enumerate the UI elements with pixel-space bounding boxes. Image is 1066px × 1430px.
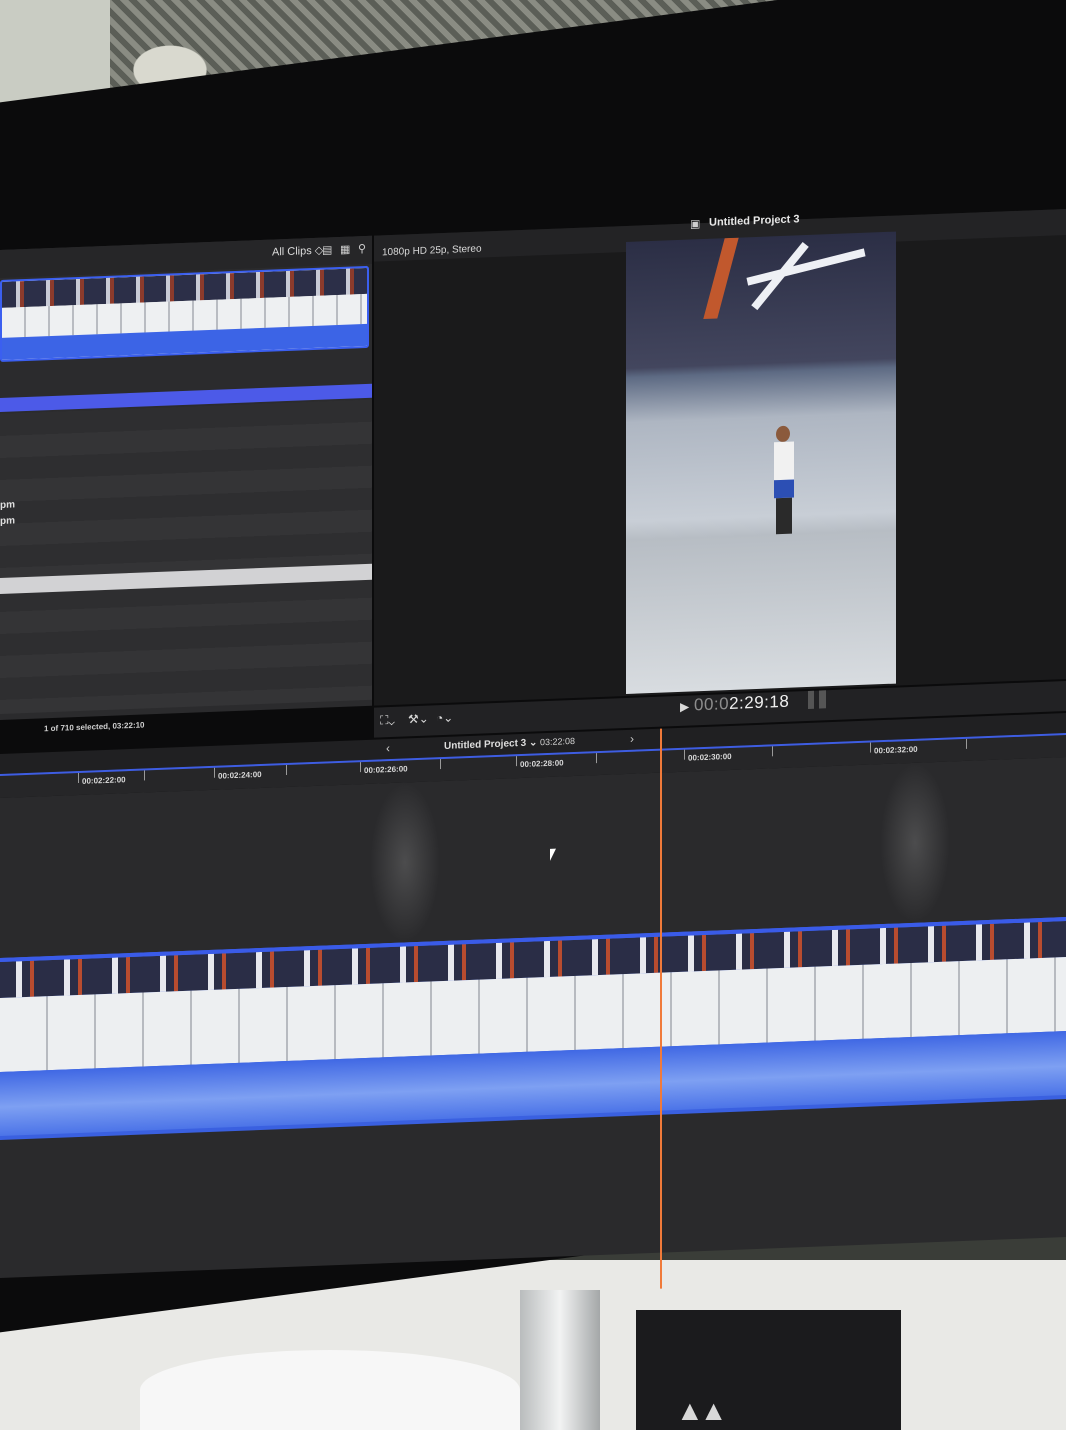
speedometer-icon[interactable]: ◔⌄: [436, 711, 453, 726]
dancer-head: [776, 425, 790, 443]
ruler-tick: [440, 759, 441, 770]
ruler-tick: [78, 772, 79, 784]
browser-clip-filmstrip[interactable]: [0, 265, 369, 362]
ruler-tick: [772, 746, 773, 757]
desk-object: [140, 1350, 520, 1430]
ruler-label: 00:02:28:00: [520, 758, 564, 770]
ruler-label: 00:02:30:00: [688, 751, 732, 763]
speaker-box: ▲▲: [636, 1310, 901, 1430]
ruler-tick: [360, 762, 361, 773]
ruler-tick: [684, 749, 685, 760]
selection-status: 1 of 710 selected, 03:22:10: [44, 720, 145, 734]
row-time-label: pm: [0, 515, 15, 527]
chevron-left-icon[interactable]: ‹: [386, 741, 390, 755]
all-clips-filter[interactable]: All Clips ◇: [272, 244, 323, 259]
video-frame[interactable]: [626, 231, 896, 694]
screen: All Clips ◇ ▤ ▦ ⚲ pm pm 1 of 710 selecte…: [0, 209, 1066, 1289]
timeline-project-name[interactable]: Untitled Project 3 ⌄: [444, 737, 537, 752]
ruler-label: 00:02:26:00: [364, 764, 408, 776]
filmstrip-icon[interactable]: ▤: [322, 243, 332, 256]
chevron-right-icon[interactable]: ›: [630, 732, 634, 746]
ruler-label: 00:02:32:00: [874, 744, 918, 756]
timecode-leading: 00:0: [694, 693, 730, 715]
ceiling-beam: [703, 237, 739, 319]
audio-meter-icon: [808, 690, 826, 709]
crop-icon[interactable]: ⛶⌄: [380, 713, 395, 729]
ruler-tick: [516, 756, 517, 767]
ruler-tick: [966, 738, 967, 749]
browser-pane: All Clips ◇ ▤ ▦ ⚲ pm pm 1 of 710 selecte…: [0, 235, 372, 733]
timeline-area[interactable]: [0, 757, 1066, 1278]
search-icon[interactable]: ⚲: [358, 242, 366, 255]
list-icon[interactable]: ▦: [340, 243, 350, 256]
browser-list-rows: [0, 399, 372, 714]
timeline-clip[interactable]: [0, 917, 1066, 1140]
timecode-display: 00:02:29:18: [694, 692, 789, 716]
clapper-icon: ▣: [690, 218, 701, 231]
ruler-label: 00:02:22:00: [82, 775, 126, 786]
playhead[interactable]: [660, 728, 662, 1289]
mouse-pointer-icon: [550, 848, 556, 861]
final-cut-window: All Clips ◇ ▤ ▦ ⚲ pm pm 1 of 710 selecte…: [0, 209, 1066, 1289]
dancer-shirt: [774, 441, 794, 481]
ceiling-fan: [746, 248, 866, 286]
magic-wand-icon[interactable]: ⚒⌄: [408, 712, 429, 727]
dancer-legs: [776, 497, 792, 535]
ruler-label: 00:02:24:00: [218, 769, 262, 781]
format-label: 1080p HD 25p, Stereo: [382, 243, 482, 259]
dancer-shorts: [774, 479, 794, 499]
ruler-tick: [214, 767, 215, 778]
ruler-tick: [144, 770, 145, 781]
speaker-logo: ▲▲: [676, 1395, 727, 1426]
play-icon[interactable]: ▶: [680, 700, 689, 714]
monitor-stand: [520, 1290, 600, 1430]
ruler-tick: [596, 753, 597, 764]
screen-reflection: [370, 781, 440, 944]
ruler-tick: [870, 742, 871, 753]
dancer-figure: [774, 425, 794, 536]
screen-reflection: [880, 761, 950, 925]
timeline-duration: 03:22:08: [540, 735, 576, 748]
timecode-value: 2:29:18: [729, 691, 790, 713]
ruler-tick: [286, 764, 287, 776]
viewer-pane: 1080p HD 25p, Stereo ▣ Untitled Project …: [374, 209, 1066, 738]
row-time-label: pm: [0, 499, 15, 511]
